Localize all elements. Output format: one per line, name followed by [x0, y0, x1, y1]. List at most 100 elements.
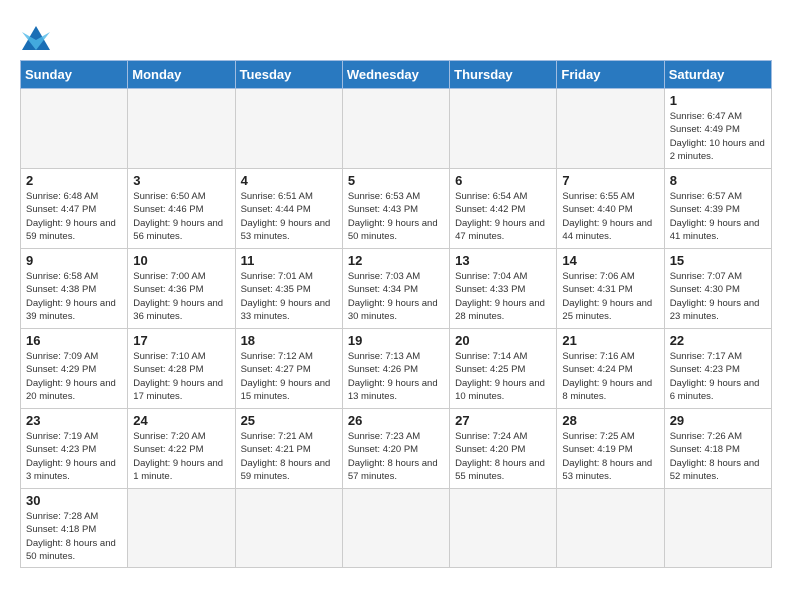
calendar-cell: 27 Sunrise: 7:24 AM Sunset: 4:20 PM Dayli… [450, 409, 557, 489]
day-info: Sunrise: 6:48 AM Sunset: 4:47 PM Dayligh… [26, 190, 122, 243]
calendar-cell: 25Sunrise: 7:21 AM Sunset: 4:21 PM Dayli… [235, 409, 342, 489]
day-info: Sunrise: 6:57 AM Sunset: 4:39 PM Dayligh… [670, 190, 766, 243]
calendar-week-row: 16 Sunrise: 7:09 AM Sunset: 4:29 PM Dayli… [21, 329, 772, 409]
calendar-cell [342, 489, 449, 568]
day-info: Sunrise: 7:19 AM Sunset: 4:23 PM Dayligh… [26, 430, 122, 483]
calendar-week-row: 2Sunrise: 6:48 AM Sunset: 4:47 PM Daylig… [21, 169, 772, 249]
calendar-cell [235, 489, 342, 568]
day-number: 12 [348, 253, 444, 268]
day-number: 9 [26, 253, 122, 268]
day-info: Sunrise: 7:07 AM Sunset: 4:30 PM Dayligh… [670, 270, 766, 323]
calendar-cell: 28 Sunrise: 7:25 AM Sunset: 4:19 PM Dayli… [557, 409, 664, 489]
weekday-header-monday: Monday [128, 61, 235, 89]
calendar-cell [235, 89, 342, 169]
day-info: Sunrise: 7:28 AM Sunset: 4:18 PM Dayligh… [26, 510, 122, 563]
calendar-cell: 9Sunrise: 6:58 AM Sunset: 4:38 PM Daylig… [21, 249, 128, 329]
calendar-cell: 30 Sunrise: 7:28 AM Sunset: 4:18 PM Dayli… [21, 489, 128, 568]
day-info: Sunrise: 7:16 AM Sunset: 4:24 PM Dayligh… [562, 350, 658, 403]
day-number: 16 [26, 333, 122, 348]
calendar-cell: 17 Sunrise: 7:10 AM Sunset: 4:28 PM Dayli… [128, 329, 235, 409]
page: SundayMondayTuesdayWednesdayThursdayFrid… [0, 0, 792, 588]
weekday-header-thursday: Thursday [450, 61, 557, 89]
logo-icon [20, 20, 50, 50]
weekday-header-wednesday: Wednesday [342, 61, 449, 89]
day-info: Sunrise: 6:54 AM Sunset: 4:42 PM Dayligh… [455, 190, 551, 243]
calendar-cell: 15Sunrise: 7:07 AM Sunset: 4:30 PM Dayli… [664, 249, 771, 329]
calendar-cell: 11 Sunrise: 7:01 AM Sunset: 4:35 PM Dayli… [235, 249, 342, 329]
calendar-cell [128, 489, 235, 568]
day-number: 17 [133, 333, 229, 348]
day-number: 22 [670, 333, 766, 348]
day-info: Sunrise: 6:50 AM Sunset: 4:46 PM Dayligh… [133, 190, 229, 243]
day-number: 4 [241, 173, 337, 188]
day-number: 30 [26, 493, 122, 508]
day-info: Sunrise: 7:24 AM Sunset: 4:20 PM Dayligh… [455, 430, 551, 483]
day-info: Sunrise: 7:25 AM Sunset: 4:19 PM Dayligh… [562, 430, 658, 483]
day-info: Sunrise: 7:12 AM Sunset: 4:27 PM Dayligh… [241, 350, 337, 403]
calendar-cell: 10Sunrise: 7:00 AM Sunset: 4:36 PM Dayli… [128, 249, 235, 329]
calendar-cell: 24 Sunrise: 7:20 AM Sunset: 4:22 PM Dayli… [128, 409, 235, 489]
day-info: Sunrise: 6:53 AM Sunset: 4:43 PM Dayligh… [348, 190, 444, 243]
calendar-cell: 20Sunrise: 7:14 AM Sunset: 4:25 PM Dayli… [450, 329, 557, 409]
day-number: 23 [26, 413, 122, 428]
calendar-cell: 22 Sunrise: 7:17 AM Sunset: 4:23 PM Dayli… [664, 329, 771, 409]
day-info: Sunrise: 7:06 AM Sunset: 4:31 PM Dayligh… [562, 270, 658, 323]
day-info: Sunrise: 6:51 AM Sunset: 4:44 PM Dayligh… [241, 190, 337, 243]
weekday-header-row: SundayMondayTuesdayWednesdayThursdayFrid… [21, 61, 772, 89]
calendar-cell: 4 Sunrise: 6:51 AM Sunset: 4:44 PM Daylig… [235, 169, 342, 249]
day-info: Sunrise: 7:20 AM Sunset: 4:22 PM Dayligh… [133, 430, 229, 483]
day-number: 11 [241, 253, 337, 268]
calendar-week-row: 1Sunrise: 6:47 AM Sunset: 4:49 PM Daylig… [21, 89, 772, 169]
day-number: 27 [455, 413, 551, 428]
calendar-cell: 3Sunrise: 6:50 AM Sunset: 4:46 PM Daylig… [128, 169, 235, 249]
day-number: 29 [670, 413, 766, 428]
day-number: 10 [133, 253, 229, 268]
day-number: 28 [562, 413, 658, 428]
day-info: Sunrise: 7:17 AM Sunset: 4:23 PM Dayligh… [670, 350, 766, 403]
calendar-cell [664, 489, 771, 568]
calendar-cell: 26 Sunrise: 7:23 AM Sunset: 4:20 PM Dayli… [342, 409, 449, 489]
day-number: 6 [455, 173, 551, 188]
day-info: Sunrise: 7:09 AM Sunset: 4:29 PM Dayligh… [26, 350, 122, 403]
day-info: Sunrise: 6:55 AM Sunset: 4:40 PM Dayligh… [562, 190, 658, 243]
calendar-cell: 13 Sunrise: 7:04 AM Sunset: 4:33 PM Dayli… [450, 249, 557, 329]
weekday-header-tuesday: Tuesday [235, 61, 342, 89]
day-info: Sunrise: 7:13 AM Sunset: 4:26 PM Dayligh… [348, 350, 444, 403]
day-number: 19 [348, 333, 444, 348]
calendar-cell: 18 Sunrise: 7:12 AM Sunset: 4:27 PM Dayli… [235, 329, 342, 409]
logo-triangle-icon [22, 22, 50, 50]
calendar-cell: 2Sunrise: 6:48 AM Sunset: 4:47 PM Daylig… [21, 169, 128, 249]
calendar-cell: 21 Sunrise: 7:16 AM Sunset: 4:24 PM Dayli… [557, 329, 664, 409]
calendar-cell [557, 89, 664, 169]
calendar-cell [342, 89, 449, 169]
day-number: 14 [562, 253, 658, 268]
day-number: 20 [455, 333, 551, 348]
day-number: 21 [562, 333, 658, 348]
calendar-cell: 16 Sunrise: 7:09 AM Sunset: 4:29 PM Dayli… [21, 329, 128, 409]
day-number: 13 [455, 253, 551, 268]
day-info: Sunrise: 7:21 AM Sunset: 4:21 PM Dayligh… [241, 430, 337, 483]
day-info: Sunrise: 7:10 AM Sunset: 4:28 PM Dayligh… [133, 350, 229, 403]
day-info: Sunrise: 7:23 AM Sunset: 4:20 PM Dayligh… [348, 430, 444, 483]
calendar-week-row: 30 Sunrise: 7:28 AM Sunset: 4:18 PM Dayli… [21, 489, 772, 568]
day-info: Sunrise: 7:04 AM Sunset: 4:33 PM Dayligh… [455, 270, 551, 323]
header [20, 20, 772, 44]
day-number: 18 [241, 333, 337, 348]
calendar-cell: 14 Sunrise: 7:06 AM Sunset: 4:31 PM Dayli… [557, 249, 664, 329]
day-info: Sunrise: 7:03 AM Sunset: 4:34 PM Dayligh… [348, 270, 444, 323]
day-number: 26 [348, 413, 444, 428]
day-info: Sunrise: 7:01 AM Sunset: 4:35 PM Dayligh… [241, 270, 337, 323]
calendar-cell [450, 89, 557, 169]
weekday-header-saturday: Saturday [664, 61, 771, 89]
calendar-cell: 1Sunrise: 6:47 AM Sunset: 4:49 PM Daylig… [664, 89, 771, 169]
weekday-header-friday: Friday [557, 61, 664, 89]
calendar-cell: 8Sunrise: 6:57 AM Sunset: 4:39 PM Daylig… [664, 169, 771, 249]
calendar-week-row: 9Sunrise: 6:58 AM Sunset: 4:38 PM Daylig… [21, 249, 772, 329]
day-number: 24 [133, 413, 229, 428]
calendar: SundayMondayTuesdayWednesdayThursdayFrid… [20, 60, 772, 568]
calendar-cell [557, 489, 664, 568]
calendar-cell: 5 Sunrise: 6:53 AM Sunset: 4:43 PM Daylig… [342, 169, 449, 249]
day-number: 5 [348, 173, 444, 188]
calendar-cell: 29Sunrise: 7:26 AM Sunset: 4:18 PM Dayli… [664, 409, 771, 489]
logo [20, 20, 50, 44]
